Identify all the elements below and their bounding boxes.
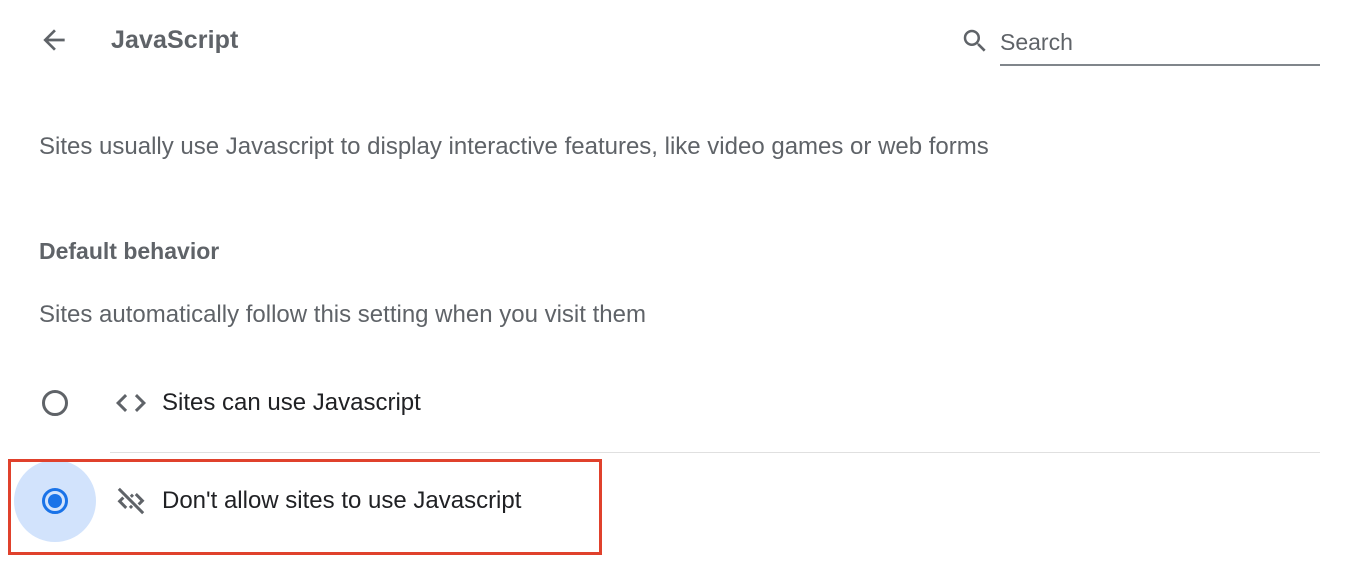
section-subtitle: Sites automatically follow this setting … (39, 301, 646, 328)
code-off-icon (113, 483, 149, 519)
page-title: JavaScript (111, 26, 239, 54)
arrow-back-icon (43, 29, 65, 51)
radio-unchecked-circle (42, 390, 68, 416)
search-icon[interactable] (960, 26, 990, 56)
option-divider (110, 452, 1320, 453)
option-label-block: Don't allow sites to use Javascript (162, 487, 522, 514)
page-description: Sites usually use Javascript to display … (39, 133, 989, 160)
radio-allow[interactable] (14, 362, 96, 444)
radio-dot (48, 494, 62, 508)
search-box (960, 20, 1320, 66)
section-heading: Default behavior (39, 238, 220, 264)
radio-option-block[interactable]: Don't allow sites to use Javascript (14, 456, 1320, 546)
option-label-allow: Sites can use Javascript (162, 389, 421, 416)
radio-block[interactable] (14, 460, 96, 542)
back-button[interactable] (32, 20, 76, 60)
radio-option-allow[interactable]: Sites can use Javascript (14, 358, 1320, 448)
radio-checked-circle (42, 488, 68, 514)
code-icon (113, 385, 149, 421)
settings-page: JavaScript Sites usually use Javascript … (0, 0, 1350, 576)
search-input[interactable] (1000, 20, 1320, 66)
